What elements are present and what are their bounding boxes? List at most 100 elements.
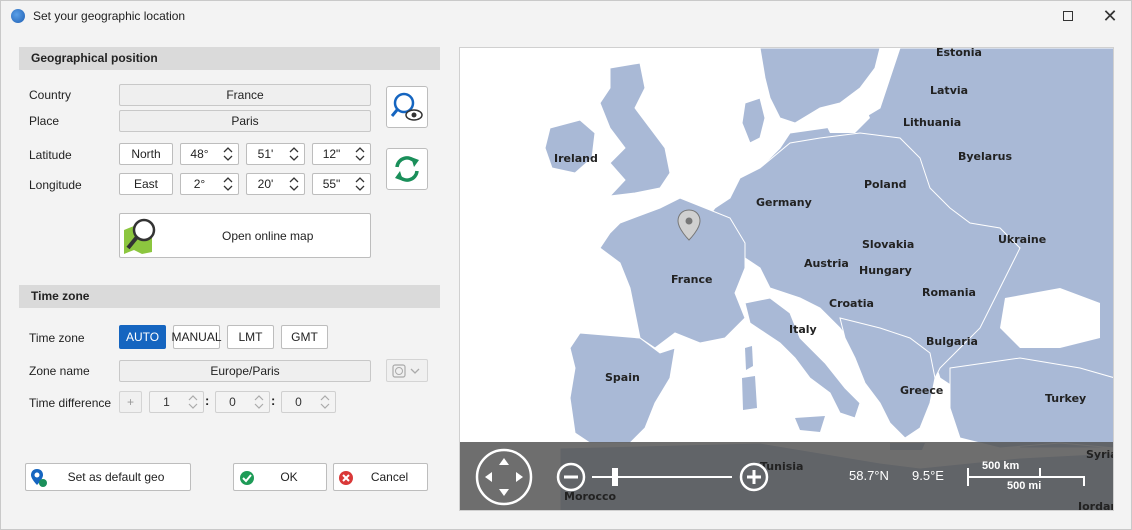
close-button[interactable]: ✕ xyxy=(1089,1,1131,31)
stepper-arrows-icon[interactable] xyxy=(222,146,234,162)
zoom-in-button[interactable] xyxy=(739,462,769,492)
maximize-button[interactable] xyxy=(1047,1,1089,31)
latitude-degrees-stepper[interactable]: 48° xyxy=(180,143,239,165)
scale-mi-label: 500 mi xyxy=(1007,480,1042,492)
longitude-minutes-value: 20' xyxy=(257,177,274,191)
map-label-latvia: Latvia xyxy=(930,84,969,97)
landmass-great-britain xyxy=(599,62,671,197)
map-label-lithuania: Lithuania xyxy=(903,116,962,129)
open-online-map-button[interactable]: Open online map xyxy=(119,213,371,258)
stepper-arrows-icon[interactable] xyxy=(354,146,366,162)
longitude-seconds-value: 55" xyxy=(322,177,341,191)
cancel-button[interactable]: Cancel xyxy=(333,463,428,491)
zone-name-field[interactable]: Europe/Paris xyxy=(119,360,371,382)
stepper-arrows-icon[interactable] xyxy=(187,394,199,410)
time-difference-label: Time difference xyxy=(29,396,112,410)
tz-mode-auto[interactable]: AUTO xyxy=(119,325,166,349)
dialog-window: Set your geographic location ✕ Geographi… xyxy=(0,0,1132,530)
title-bar: Set your geographic location ✕ xyxy=(1,1,1131,31)
pan-control[interactable] xyxy=(475,448,533,506)
stepper-arrows-icon[interactable] xyxy=(354,176,366,192)
refresh-icon xyxy=(395,156,419,182)
country-label: Country xyxy=(29,88,72,102)
place-label: Place xyxy=(29,114,60,128)
set-default-geo-label: Set as default geo xyxy=(67,470,165,484)
longitude-degrees-stepper[interactable]: 2° xyxy=(180,173,239,195)
zone-name-label: Zone name xyxy=(29,364,90,378)
map-label-france: France xyxy=(671,273,713,286)
refresh-button[interactable] xyxy=(386,148,428,190)
place-field[interactable]: Paris xyxy=(119,110,371,132)
scale-bar: 500 km 500 mi xyxy=(967,460,1087,492)
stepper-arrows-icon[interactable] xyxy=(222,176,234,192)
tz-mode-lmt[interactable]: LMT xyxy=(227,325,274,349)
map-label-estonia: Estonia xyxy=(936,47,982,59)
time-difference-hours-value: 1 xyxy=(163,395,170,409)
ok-button[interactable]: OK xyxy=(233,463,327,491)
map-label-byelarus: Byelarus xyxy=(958,150,1013,163)
stepper-arrows-icon[interactable] xyxy=(288,146,300,162)
zoom-handle[interactable] xyxy=(612,468,618,486)
latitude-label: Latitude xyxy=(29,148,72,162)
pin-check-icon xyxy=(31,469,47,487)
longitude-seconds-stepper[interactable]: 55" xyxy=(312,173,371,195)
latitude-hemisphere-button[interactable]: North xyxy=(119,143,173,165)
stepper-arrows-icon[interactable] xyxy=(253,394,265,410)
map-label-ukraine: Ukraine xyxy=(998,233,1047,246)
longitude-minutes-stepper[interactable]: 20' xyxy=(246,173,305,195)
scale-tick-km xyxy=(1039,468,1041,476)
time-separator: : xyxy=(205,393,210,408)
map-label-ireland: Ireland xyxy=(554,152,598,165)
map-label-poland: Poland xyxy=(864,178,907,191)
clock-dropdown-icon xyxy=(392,363,420,378)
stepper-arrows-icon[interactable] xyxy=(288,176,300,192)
island-sicily xyxy=(795,416,825,432)
time-difference-sign-button[interactable]: + xyxy=(119,391,142,413)
check-icon xyxy=(240,471,254,485)
longitude-hemisphere-button[interactable]: East xyxy=(119,173,173,195)
time-difference-seconds-value: 0 xyxy=(295,395,302,409)
map-coordinate-latitude: 58.7°N xyxy=(849,468,889,483)
longitude-degrees-value: 2° xyxy=(193,177,206,191)
map-label-hungary: Hungary xyxy=(859,264,912,277)
plus-circle-icon xyxy=(739,462,769,492)
timezone-label: Time zone xyxy=(29,331,85,345)
zoom-out-button[interactable] xyxy=(556,462,586,492)
cancel-label: Cancel xyxy=(370,470,409,484)
map-label-germany: Germany xyxy=(756,196,812,209)
landmass-turkey xyxy=(949,357,1113,449)
close-icon: ✕ xyxy=(1102,5,1118,26)
longitude-label: Longitude xyxy=(29,178,82,192)
scale-tick-mi xyxy=(1083,478,1085,486)
time-separator: : xyxy=(271,393,276,408)
stepper-arrows-icon[interactable] xyxy=(319,394,331,410)
search-location-button[interactable] xyxy=(386,86,428,128)
zone-picker-dropdown[interactable] xyxy=(386,359,428,382)
zoom-slider[interactable] xyxy=(592,468,732,486)
latitude-seconds-stepper[interactable]: 12" xyxy=(312,143,371,165)
map-view[interactable]: Estonia Latvia Lithuania Byelarus Irelan… xyxy=(459,47,1114,511)
minus-circle-icon xyxy=(556,462,586,492)
latitude-minutes-stepper[interactable]: 51' xyxy=(246,143,305,165)
search-eye-icon xyxy=(390,92,423,121)
tz-mode-manual[interactable]: MANUAL xyxy=(172,325,222,349)
map-label-austria: Austria xyxy=(804,257,849,270)
time-difference-hours-stepper[interactable]: 1 xyxy=(149,391,204,413)
map-label-croatia: Croatia xyxy=(829,297,874,310)
latitude-minutes-value: 51' xyxy=(257,147,274,161)
timezone-section-header: Time zone xyxy=(19,285,440,308)
latitude-seconds-value: 12" xyxy=(322,147,341,161)
country-field[interactable]: France xyxy=(119,84,371,106)
time-difference-minutes-stepper[interactable]: 0 xyxy=(215,391,270,413)
set-default-geo-button[interactable]: Set as default geo xyxy=(25,463,191,491)
map-label-turkey: Turkey xyxy=(1045,392,1087,405)
geo-section-header: Geographical position xyxy=(19,47,440,70)
tz-mode-gmt[interactable]: GMT xyxy=(281,325,328,349)
map-coordinate-longitude: 9.5°E xyxy=(912,468,944,483)
latitude-degrees-value: 48° xyxy=(190,147,209,161)
map-label-italy: Italy xyxy=(789,323,817,336)
time-difference-seconds-stepper[interactable]: 0 xyxy=(281,391,336,413)
pan-arrows-icon xyxy=(475,448,533,506)
map-label-spain: Spain xyxy=(605,371,640,384)
scale-km-label: 500 km xyxy=(982,460,1020,472)
